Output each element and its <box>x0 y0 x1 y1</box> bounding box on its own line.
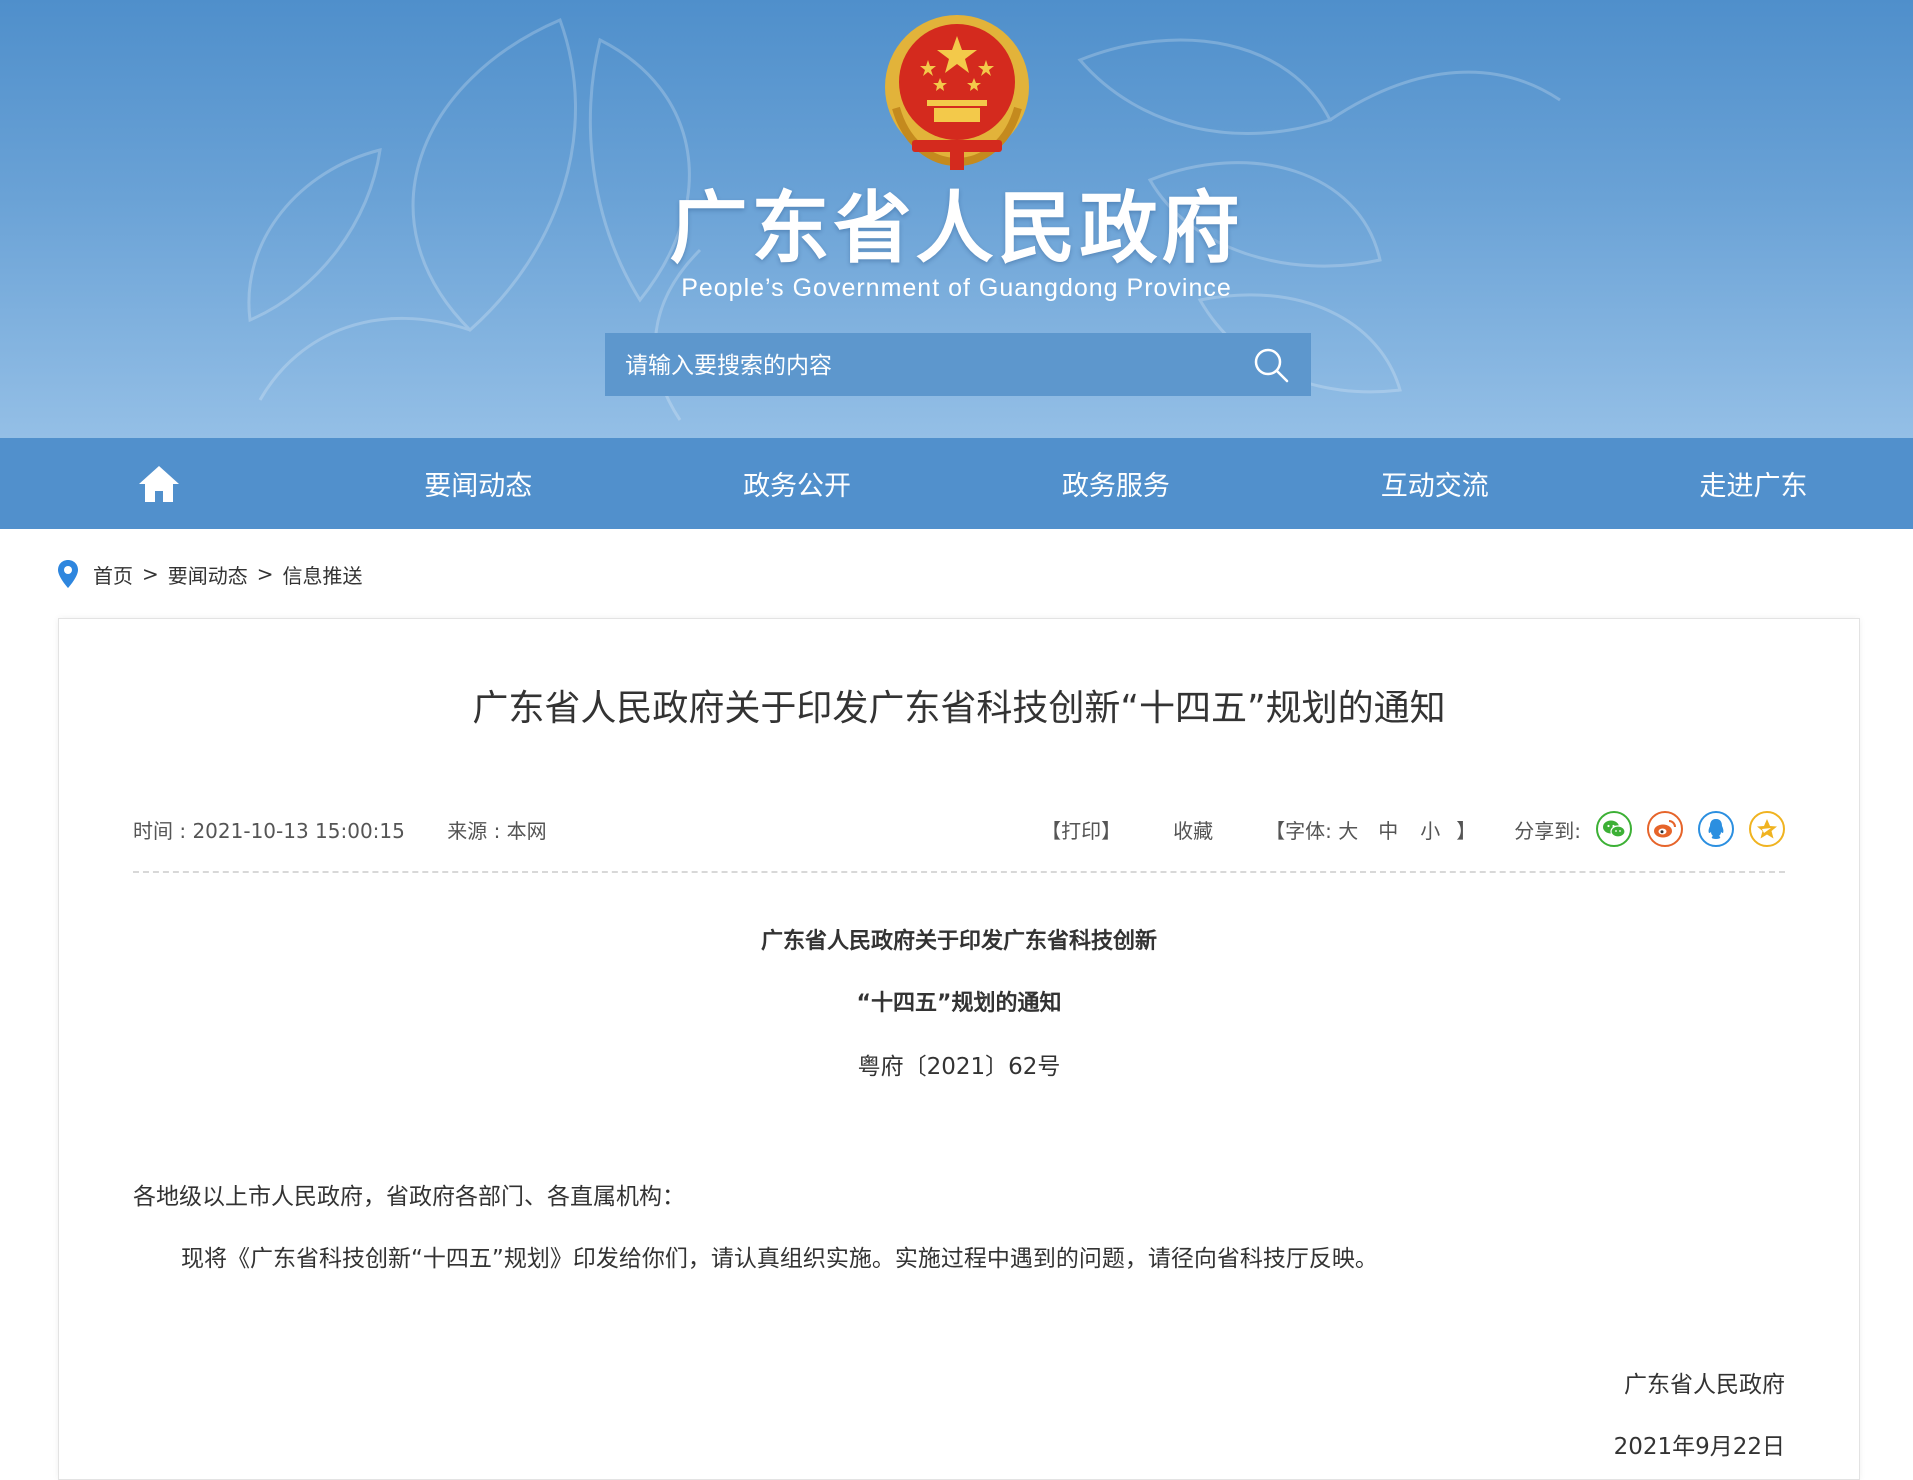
breadcrumb-separator: > <box>142 562 159 586</box>
breadcrumb: 首页 > 要闻动态 > 信息推送 <box>57 557 363 591</box>
weibo-icon[interactable] <box>1647 811 1683 847</box>
national-emblem-icon <box>885 15 1029 170</box>
signature-date: 2021年9月22日 <box>1613 1434 1785 1460</box>
site-header: 广东省人民政府 People’s Government of Guangdong… <box>0 0 1913 438</box>
signature-organization: 广东省人民政府 <box>1624 1372 1785 1398</box>
document-salutation: 各地级以上市人民政府，省政府各部门、各直属机构： <box>133 1184 685 1210</box>
article-title: 广东省人民政府关于印发广东省科技创新“十四五”规划的通知 <box>472 688 1446 729</box>
nav-home[interactable] <box>0 438 319 529</box>
breadcrumb-separator: > <box>256 562 274 586</box>
breadcrumb-info-push[interactable]: 信息推送 <box>283 560 363 589</box>
font-size-small-button[interactable]: 小 <box>1420 815 1440 844</box>
search-box <box>605 333 1311 398</box>
search-input[interactable] <box>605 333 1247 398</box>
article-tools: 【打印】 收藏 【字体: 大 中 小 】 分享到: <box>1041 809 1785 849</box>
site-title: 广东省人民政府 <box>669 184 1244 274</box>
document-body: 现将《广东省科技创新“十四五”规划》印发给你们，请认真组织实施。实施过程中遇到的… <box>181 1246 1378 1272</box>
print-button[interactable]: 【打印】 <box>1041 815 1121 844</box>
wechat-icon[interactable] <box>1596 811 1632 847</box>
article-source: 来源 : 本网 <box>447 819 547 843</box>
favorite-button[interactable]: 收藏 <box>1173 815 1213 844</box>
font-size-large-button[interactable]: 【字体: 大 <box>1265 815 1358 844</box>
share-label: 分享到: <box>1514 818 1581 843</box>
meta-divider <box>133 871 1785 873</box>
nav-item-government-affairs[interactable]: 政务公开 <box>638 438 957 529</box>
nav-item-services[interactable]: 政务服务 <box>956 438 1275 529</box>
main-nav: 要闻动态 政务公开 政务服务 互动交流 走进广东 <box>0 438 1913 529</box>
nav-item-about-guangdong[interactable]: 走进广东 <box>1594 438 1913 529</box>
document-title-line-2: “十四五”规划的通知 <box>856 991 1062 1016</box>
nav-item-interaction[interactable]: 互动交流 <box>1275 438 1594 529</box>
article-card: 广东省人民政府关于印发广东省科技创新“十四五”规划的通知 时间 : 2021-1… <box>58 618 1860 1480</box>
home-icon[interactable] <box>137 464 181 504</box>
font-size-medium-button[interactable]: 中 <box>1378 815 1398 844</box>
font-size-bracket: 】 <box>1456 818 1477 843</box>
qq-icon[interactable] <box>1698 811 1734 847</box>
article-meta-info: 时间 : 2021-10-13 15:00:15 来源 : 本网 <box>133 815 547 844</box>
site-subtitle: People’s Government of Guangdong Provinc… <box>681 274 1232 302</box>
document-title-line-1: 广东省人民政府关于印发广东省科技创新 <box>760 929 1157 954</box>
search-icon[interactable] <box>1253 347 1289 383</box>
nav-item-news[interactable]: 要闻动态 <box>319 438 638 529</box>
article-meta-bar: 时间 : 2021-10-13 15:00:15 来源 : 本网 【打印】 收藏… <box>133 809 1785 849</box>
breadcrumb-news[interactable]: 要闻动态 <box>168 560 248 589</box>
qzone-icon[interactable] <box>1749 811 1785 847</box>
breadcrumb-home[interactable]: 首页 <box>93 560 133 589</box>
publish-time: 时间 : 2021-10-13 15:00:15 <box>133 819 405 843</box>
location-pin-icon <box>58 560 78 588</box>
document-number: 粤府〔2021〕62号 <box>857 1054 1061 1080</box>
